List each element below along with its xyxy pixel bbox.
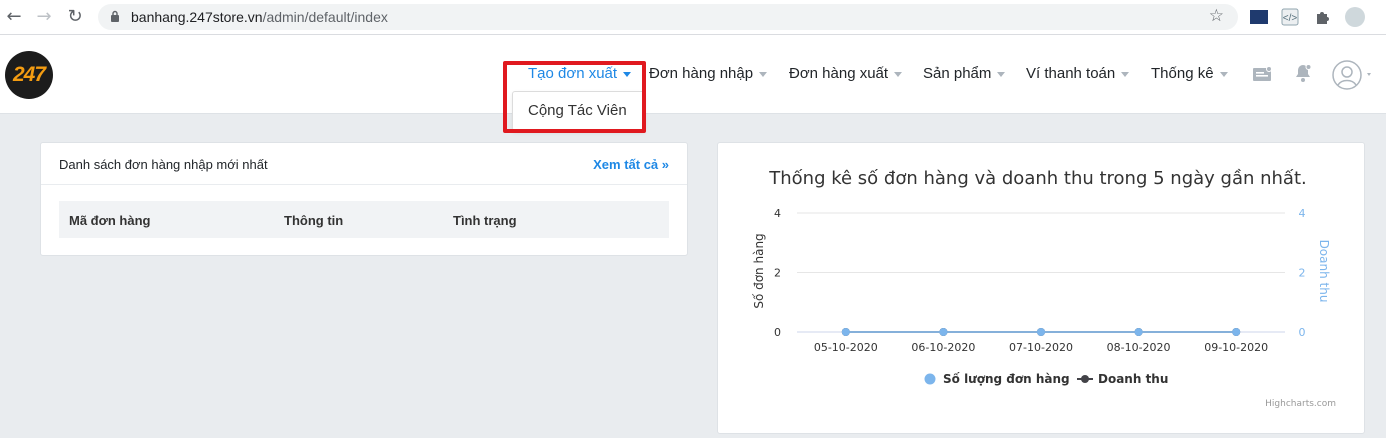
x-axis: 05-10-2020 06-10-2020 07-10-2020 08-10-2020… [814,341,1268,354]
menu-label: Tạo đơn xuất [528,65,618,82]
menu-label: Đơn hàng xuất [789,65,889,82]
legend-symbol [1081,375,1089,383]
see-all-link[interactable]: Xem tất cả » [593,157,669,172]
chart-series [841,328,1241,336]
y-tick-label-right: 2 [1299,267,1306,280]
menu-label: Sản phẩm [923,65,992,82]
data-point [939,328,948,336]
notification-bell-icon[interactable] [1293,63,1313,83]
reload-icon[interactable]: ↻ [64,6,86,28]
legend-item-label: Doanh thu [1098,372,1168,386]
x-tick-label: 06-10-2020 [911,341,975,354]
divider [41,184,687,185]
y-tick-label-left: 0 [774,326,781,339]
svg-text:</>: </> [1283,13,1298,24]
chart-grid [797,212,1285,333]
data-point [1134,328,1143,336]
y-axis-left-label: Số đơn hàng [752,233,766,308]
profile-avatar-icon[interactable] [1345,7,1365,27]
y-axis-right-label: Doanh thu [1317,240,1331,303]
y-axis-right: 0 2 4 [1299,207,1306,339]
legend-item-label: Số lượng đơn hàng [943,372,1070,386]
data-point [841,328,850,336]
browser-toolbar: ← → ↻ banhang.247store.vn/admin/default/… [0,0,1386,35]
chart-title: Thống kê số đơn hàng và doanh thu trong … [768,168,1307,189]
tao-don-xuat-dropdown: Cộng Tác Viên [512,91,645,131]
data-point [1232,328,1241,336]
url-host: banhang.247store.vn [131,9,263,25]
y-axis-left: 0 2 4 [774,207,781,339]
forward-icon[interactable]: → [33,6,55,28]
menu-san-pham[interactable]: Sản phẩm [923,65,1006,82]
y-tick-label-left: 4 [774,207,781,220]
data-point [1037,328,1045,336]
logo-text: 247 [12,63,46,86]
caret-down-icon [759,71,768,77]
app-header: 247 Tạo đơn xuất Đơn hàng nhập Đơn hàng … [0,35,1386,114]
column-header-order-id: Mã đơn hàng [69,213,151,228]
chart-legend: Số lượng đơn hàng Doanh thu [924,372,1168,386]
user-avatar-icon[interactable] [1331,59,1375,91]
menu-tao-don-xuat[interactable]: Tạo đơn xuất [528,65,632,82]
caret-down-icon [997,71,1006,77]
y-tick-label-right: 4 [1299,207,1306,220]
url-text: banhang.247store.vn/admin/default/index [131,9,388,25]
column-header-info: Thông tin [284,213,344,228]
caret-down-icon [623,71,632,77]
url-path: /admin/default/index [262,9,388,25]
y-tick-label-right: 0 [1299,326,1306,339]
card-title: Danh sách đơn hàng nhập mới nhất [59,157,268,172]
menu-don-hang-nhap[interactable]: Đơn hàng nhập [649,65,768,82]
menu-don-hang-xuat[interactable]: Đơn hàng xuất [789,65,903,82]
caret-down-icon [1219,71,1228,77]
column-header-status: Tình trạng [453,213,517,228]
dropdown-item-cong-tac-vien[interactable]: Cộng Tác Viên [528,102,627,119]
line-chart: Thống kê số đơn hàng và doanh thu trong … [752,168,1336,409]
logo[interactable]: 247 [5,51,53,99]
menu-label: Ví thanh toán [1026,65,1116,82]
messages-icon[interactable] [1252,66,1272,82]
menu-thong-ke[interactable]: Thống kê [1151,65,1228,82]
menu-label: Đơn hàng nhập [649,65,754,82]
caret-down-icon [894,71,903,77]
menu-label: Thống kê [1151,65,1214,82]
latest-import-orders-card: Danh sách đơn hàng nhập mới nhất Xem tất… [40,142,688,256]
menu-vi-thanh-toan[interactable]: Ví thanh toán [1026,65,1130,82]
chart-credits[interactable]: Highcharts.com [1265,399,1336,409]
x-tick-label: 07-10-2020 [1009,341,1073,354]
legend-symbol [924,373,936,385]
x-tick-label: 09-10-2020 [1204,341,1268,354]
caret-down-icon [1121,71,1130,77]
lock-icon [111,10,119,22]
y-tick-label-left: 2 [774,267,781,280]
extension-icon[interactable] [1250,10,1268,24]
x-tick-label: 08-10-2020 [1107,341,1171,354]
address-bar[interactable]: banhang.247store.vn/admin/default/index … [98,4,1238,30]
puzzle-extensions-icon[interactable] [1314,8,1332,26]
stats-chart-card: Thống kê số đơn hàng và doanh thu trong … [717,142,1365,434]
x-tick-label: 05-10-2020 [814,341,878,354]
code-extension-icon[interactable]: </> [1281,8,1299,26]
back-icon[interactable]: ← [3,6,25,28]
table-header: Mã đơn hàng Thông tin Tình trạng [59,201,669,238]
bookmark-star-icon[interactable]: ☆ [1209,6,1224,26]
